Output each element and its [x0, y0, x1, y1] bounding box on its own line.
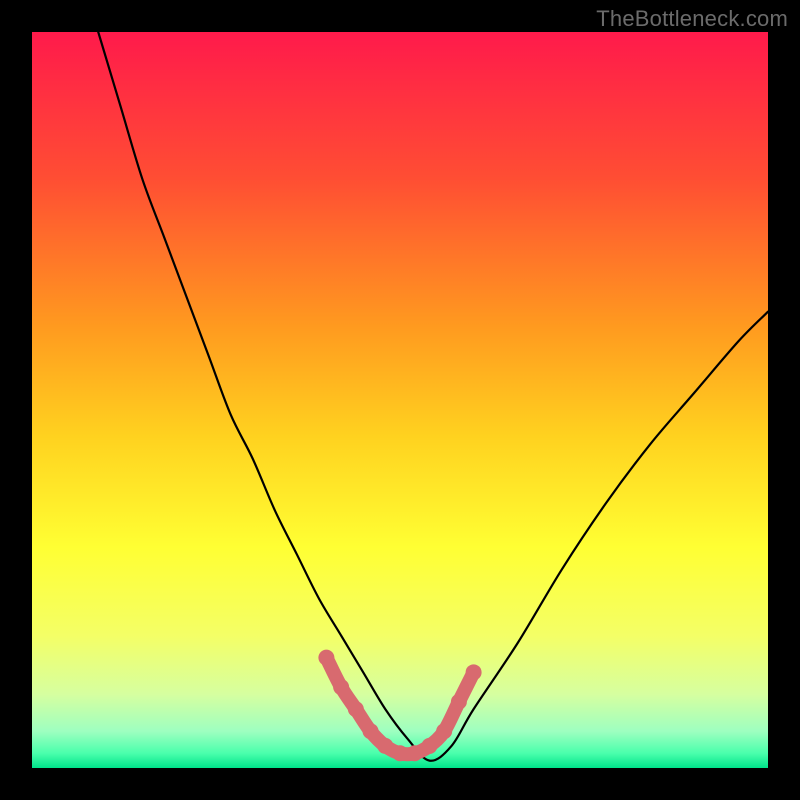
optimal-zone-dot [377, 738, 393, 754]
optimal-zone-dot [451, 694, 467, 710]
optimal-zone-dot [392, 745, 408, 761]
optimal-zone-dot [466, 664, 482, 680]
chart-frame: TheBottleneck.com [0, 0, 800, 800]
optimal-zone-dot [421, 738, 437, 754]
optimal-zone-dot [333, 679, 349, 695]
optimal-zone-dot [407, 745, 423, 761]
optimal-zone-dot [348, 701, 364, 717]
plot-background [32, 32, 768, 768]
optimal-zone-dot [363, 723, 379, 739]
bottleneck-chart [0, 0, 800, 800]
watermark-text: TheBottleneck.com [596, 6, 788, 32]
optimal-zone-dot [436, 723, 452, 739]
optimal-zone-dot [318, 650, 334, 666]
